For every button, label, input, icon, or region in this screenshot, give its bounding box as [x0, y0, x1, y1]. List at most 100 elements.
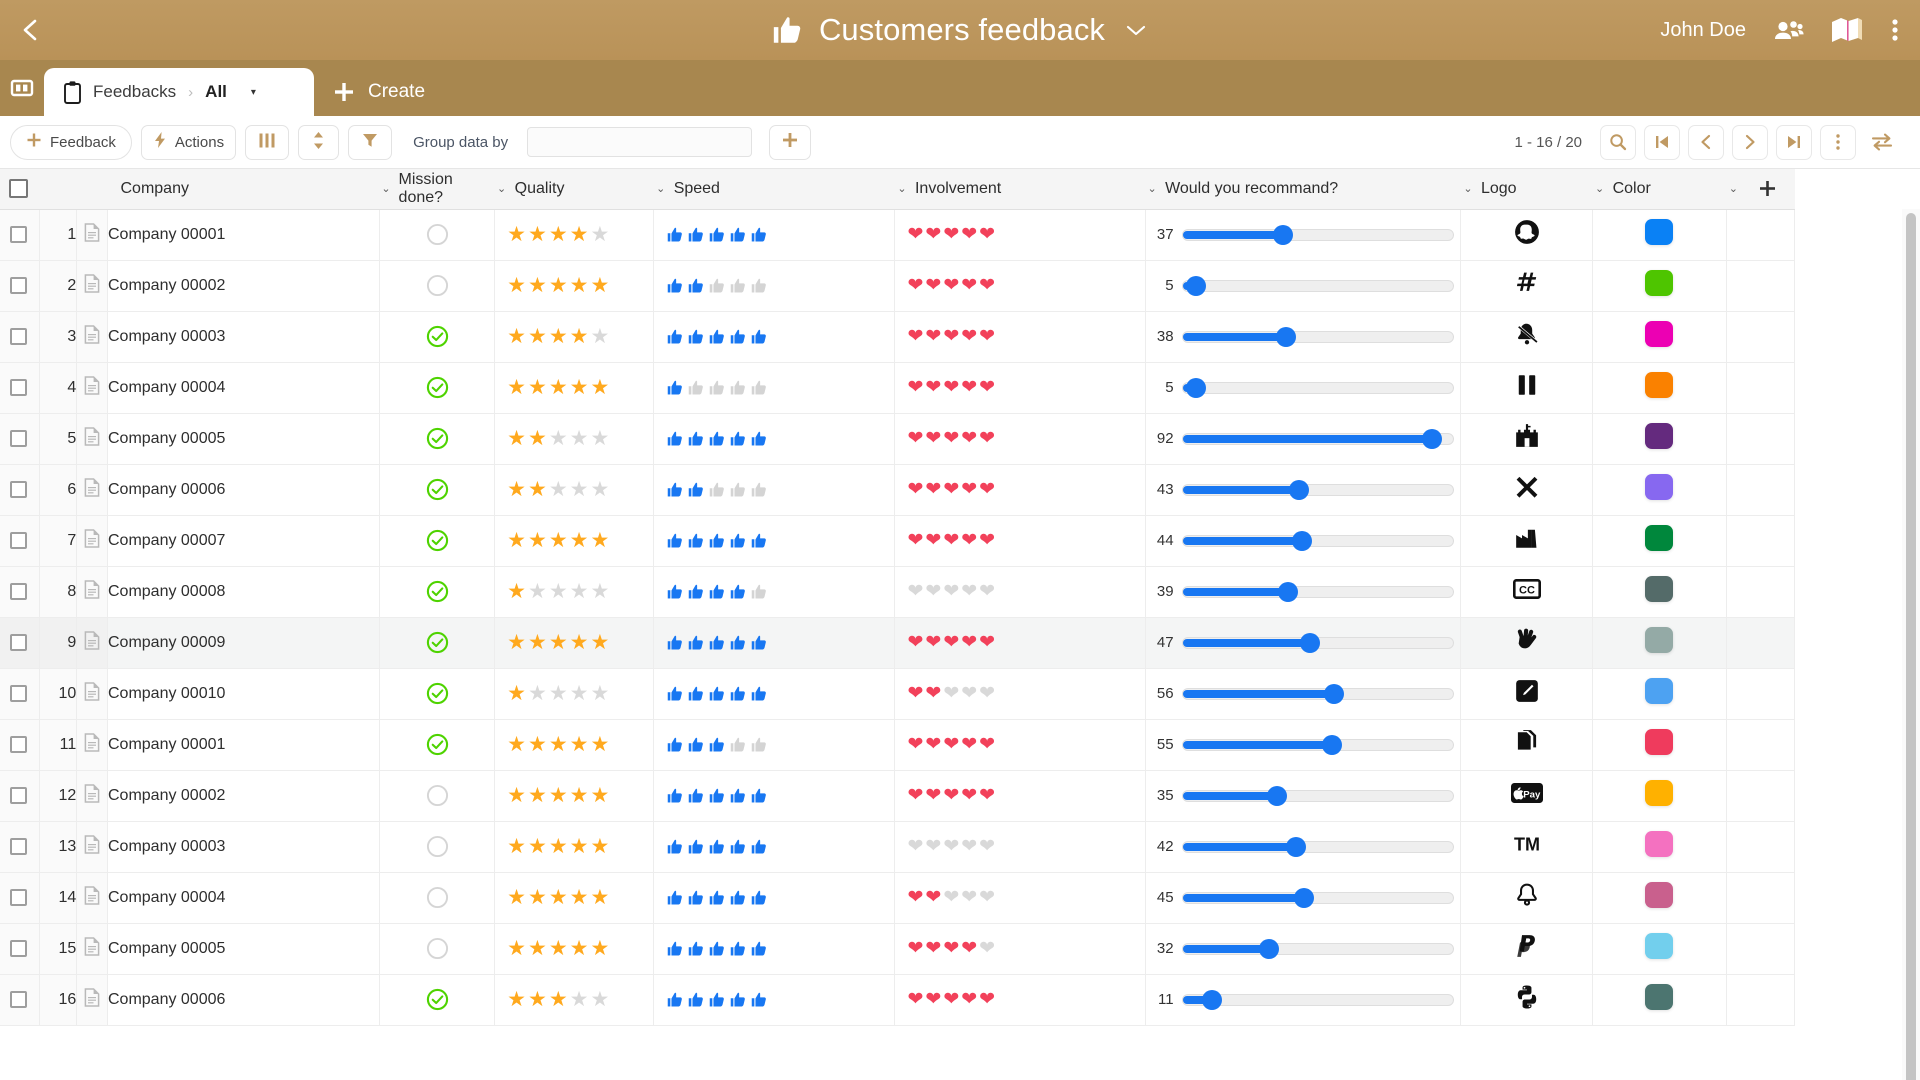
row-checkbox[interactable]: [10, 940, 27, 957]
star-icon[interactable]: ★: [549, 938, 568, 959]
cell-involvement[interactable]: ❤ ❤ ❤ ❤ ❤: [894, 617, 1146, 669]
star-icon[interactable]: ★: [528, 581, 547, 602]
cell-quality[interactable]: ★ ★ ★ ★ ★: [494, 209, 655, 261]
chevron-down-icon[interactable]: ⌄: [1461, 182, 1475, 195]
slider-track[interactable]: [1181, 887, 1455, 908]
row-open-record-button[interactable]: [76, 566, 108, 618]
thumb-icon[interactable]: [666, 480, 685, 499]
first-page-button[interactable]: [1644, 124, 1680, 160]
heart-icon[interactable]: ❤: [925, 531, 941, 550]
cell-company[interactable]: Company 00004: [107, 872, 381, 924]
search-button[interactable]: [1600, 124, 1636, 160]
cell-logo[interactable]: [1460, 362, 1594, 414]
table-row[interactable]: 7 Company 00007 ★ ★ ★ ★ ★ ❤ ❤ ❤ ❤ ❤ 44: [0, 515, 1796, 567]
column-header-speed[interactable]: ⌄ Speed: [653, 169, 895, 210]
cell-recommand[interactable]: 56: [1145, 668, 1462, 720]
create-button[interactable]: Create: [314, 68, 443, 116]
star-icon[interactable]: ★: [590, 836, 609, 857]
user-name[interactable]: John Doe: [1660, 19, 1746, 42]
heart-icon[interactable]: ❤: [925, 276, 941, 295]
heart-icon[interactable]: ❤: [943, 327, 959, 346]
heart-icon[interactable]: ❤: [979, 633, 995, 652]
cell-speed[interactable]: [653, 209, 896, 261]
row-open-record-button[interactable]: [76, 617, 108, 669]
column-header-quality[interactable]: ⌄ Quality: [494, 169, 654, 210]
column-header-involvement[interactable]: ⌄ Involvement: [894, 169, 1146, 210]
star-icon[interactable]: ★: [570, 275, 589, 296]
prev-page-button[interactable]: [1688, 124, 1724, 160]
check-circle-icon[interactable]: [426, 529, 449, 552]
heart-icon[interactable]: ❤: [907, 939, 923, 958]
thumb-icon[interactable]: [750, 480, 769, 499]
table-row[interactable]: 9 Company 00009 ★ ★ ★ ★ ★ ❤ ❤ ❤ ❤ ❤ 47: [0, 617, 1796, 669]
thumb-icon[interactable]: [750, 531, 769, 550]
table-row[interactable]: 12 Company 00002 ★ ★ ★ ★ ★ ❤ ❤ ❤ ❤ ❤ 35 Pay: [0, 770, 1796, 822]
row-checkbox[interactable]: [10, 379, 27, 396]
star-icon[interactable]: ★: [528, 938, 547, 959]
star-icon[interactable]: ★: [507, 632, 526, 653]
thumb-icon[interactable]: [729, 633, 748, 652]
next-page-button[interactable]: [1732, 124, 1768, 160]
thumb-icon[interactable]: [750, 582, 769, 601]
star-icon[interactable]: ★: [590, 428, 609, 449]
star-icon[interactable]: ★: [590, 530, 609, 551]
slider-track[interactable]: [1181, 734, 1455, 755]
heart-icon[interactable]: ❤: [925, 429, 941, 448]
thumb-icon[interactable]: [708, 939, 727, 958]
map-icon[interactable]: [1830, 16, 1864, 44]
cell-mission-done[interactable]: [379, 974, 496, 1026]
chevron-down-icon[interactable]: ⌄: [895, 182, 909, 195]
thumb-icon[interactable]: [750, 276, 769, 295]
row-select-cell[interactable]: [0, 719, 40, 771]
cell-recommand[interactable]: 47: [1145, 617, 1462, 669]
heart-icon[interactable]: ❤: [961, 378, 977, 397]
cell-recommand[interactable]: 35: [1145, 770, 1462, 822]
column-header-company[interactable]: Company: [107, 169, 380, 210]
row-open-record-button[interactable]: [76, 260, 108, 312]
thumb-icon[interactable]: [750, 837, 769, 856]
cell-logo[interactable]: [1460, 260, 1594, 312]
empty-circle-icon[interactable]: [426, 937, 449, 960]
star-icon[interactable]: ★: [590, 683, 609, 704]
star-icon[interactable]: ★: [570, 887, 589, 908]
cell-mission-done[interactable]: [379, 821, 496, 873]
heart-icon[interactable]: ❤: [943, 837, 959, 856]
cell-logo[interactable]: [1460, 617, 1594, 669]
table-row[interactable]: 8 Company 00008 ★ ★ ★ ★ ★ ❤ ❤ ❤ ❤ ❤ 39 CC: [0, 566, 1796, 618]
thumb-icon[interactable]: [666, 684, 685, 703]
cell-quality[interactable]: ★ ★ ★ ★ ★: [494, 668, 655, 720]
star-icon[interactable]: ★: [570, 326, 589, 347]
check-circle-icon[interactable]: [426, 478, 449, 501]
cell-company[interactable]: Company 00004: [107, 362, 381, 414]
cell-color[interactable]: [1592, 923, 1727, 975]
thumb-icon[interactable]: [750, 684, 769, 703]
star-icon[interactable]: ★: [549, 785, 568, 806]
star-icon[interactable]: ★: [507, 989, 526, 1010]
cell-logo[interactable]: [1460, 974, 1594, 1026]
color-swatch[interactable]: [1645, 678, 1674, 704]
thumb-icon[interactable]: [708, 633, 727, 652]
slider-knob[interactable]: [1289, 479, 1310, 500]
closed-captions-icon[interactable]: CC: [1461, 578, 1592, 600]
slider-track[interactable]: [1181, 377, 1455, 398]
color-swatch[interactable]: [1645, 627, 1674, 653]
back-button[interactable]: [0, 0, 62, 60]
heart-icon[interactable]: ❤: [979, 531, 995, 550]
heart-icon[interactable]: ❤: [943, 684, 959, 703]
star-icon[interactable]: ★: [549, 326, 568, 347]
thumb-icon[interactable]: [729, 837, 748, 856]
cell-speed[interactable]: [653, 770, 896, 822]
hand-spock-icon[interactable]: [1461, 627, 1592, 653]
slider-track[interactable]: [1181, 581, 1455, 602]
cell-speed[interactable]: [653, 821, 896, 873]
heart-icon[interactable]: ❤: [925, 378, 941, 397]
cell-speed[interactable]: [653, 515, 896, 567]
row-open-record-button[interactable]: [76, 923, 108, 975]
thumb-icon[interactable]: [750, 225, 769, 244]
slider-knob[interactable]: [1324, 683, 1345, 704]
thumb-icon[interactable]: [708, 990, 727, 1009]
cell-speed[interactable]: [653, 617, 896, 669]
thumb-icon[interactable]: [666, 225, 685, 244]
check-circle-icon[interactable]: [426, 325, 449, 348]
heart-icon[interactable]: ❤: [943, 939, 959, 958]
